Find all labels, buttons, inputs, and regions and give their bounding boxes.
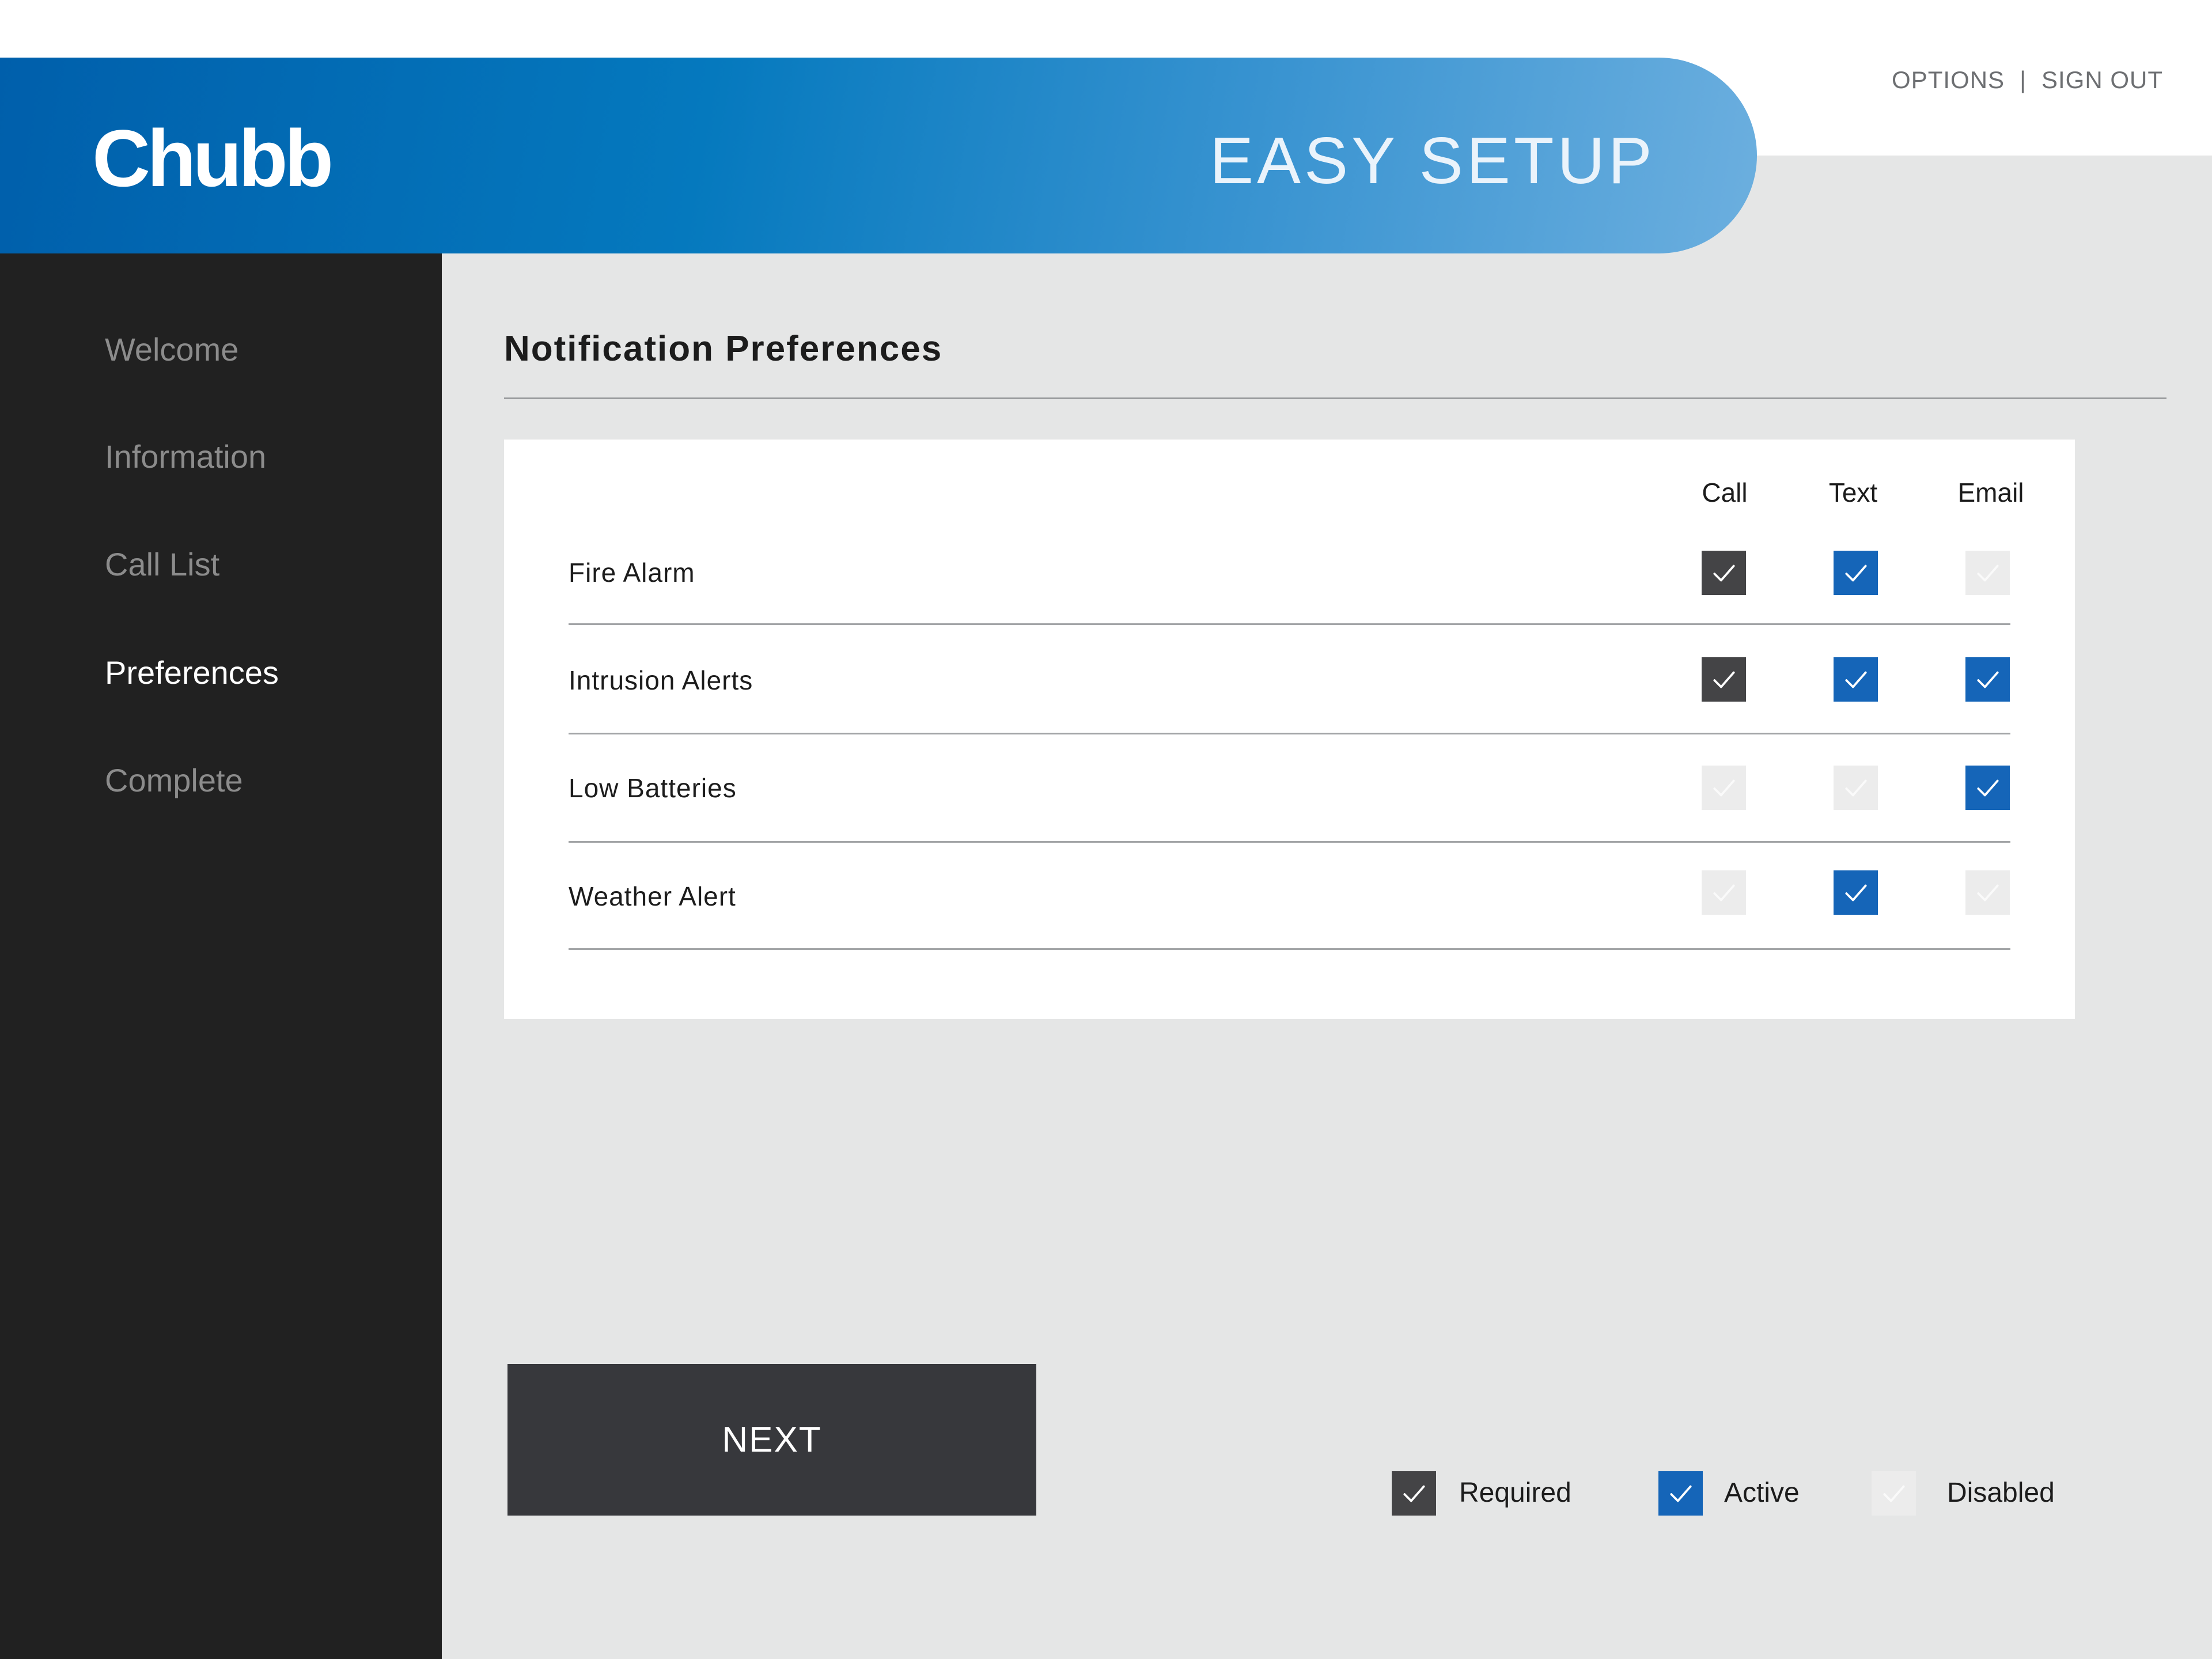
legend-disabled-label: Disabled: [1947, 1478, 2055, 1508]
check-icon: [1713, 884, 1735, 901]
checkbox-intrusion-alerts-text[interactable]: [1834, 657, 1878, 702]
row-divider: [569, 733, 2010, 734]
sidebar-item-preferences[interactable]: Preferences: [105, 653, 279, 693]
section-title: Notification Preferences: [504, 329, 943, 369]
sign-out-link[interactable]: SIGN OUT: [2041, 65, 2163, 96]
check-icon: [1976, 671, 1999, 688]
row-label-weather-alert: Weather Alert: [569, 881, 736, 911]
divider: [504, 397, 2166, 399]
preferences-card: [504, 440, 2075, 1019]
check-icon: [1844, 779, 1867, 796]
check-icon: [1844, 565, 1867, 581]
checkbox-fire-alarm-email[interactable]: [1965, 551, 2010, 595]
row-divider: [569, 841, 2010, 843]
check-icon: [1883, 1485, 1905, 1502]
check-icon: [1844, 671, 1867, 688]
options-link[interactable]: OPTIONS: [1892, 65, 2005, 96]
sidebar-item-call-list[interactable]: Call List: [105, 544, 219, 585]
link-separator: |: [2020, 66, 2027, 93]
checkbox-fire-alarm-call[interactable]: [1702, 551, 1746, 595]
check-icon: [1713, 779, 1735, 796]
checkbox-weather-alert-email[interactable]: [1965, 870, 2010, 915]
column-header-text: Text: [1828, 478, 1878, 507]
row-divider: [569, 948, 2010, 950]
page-title: EASY SETUP: [1210, 124, 1656, 198]
checkbox-fire-alarm-text[interactable]: [1834, 551, 1878, 595]
check-icon: [1713, 565, 1735, 581]
top-links: OPTIONS | SIGN OUT: [1892, 65, 2163, 96]
checkbox-low-batteries-call[interactable]: [1702, 766, 1746, 810]
legend-required-swatch: [1392, 1471, 1436, 1516]
checkbox-intrusion-alerts-call[interactable]: [1702, 657, 1746, 702]
check-icon: [1976, 565, 1999, 581]
checkbox-low-batteries-email[interactable]: [1965, 766, 2010, 810]
next-button[interactable]: NEXT: [507, 1364, 1036, 1516]
check-icon: [1976, 779, 1999, 796]
sidebar-item-welcome[interactable]: Welcome: [105, 329, 238, 370]
checkbox-weather-alert-call[interactable]: [1702, 870, 1746, 915]
sidebar: Welcome Information Call List Preference…: [0, 253, 442, 1659]
check-icon: [1669, 1485, 1692, 1502]
row-label-intrusion-alerts: Intrusion Alerts: [569, 665, 753, 695]
legend-required-label: Required: [1459, 1478, 1571, 1508]
sidebar-item-information[interactable]: Information: [105, 437, 266, 477]
checkbox-intrusion-alerts-email[interactable]: [1965, 657, 2010, 702]
legend-disabled-swatch: [1872, 1471, 1916, 1516]
check-icon: [1403, 1485, 1425, 1502]
brand-logo: Chubb: [92, 113, 334, 203]
legend-active-label: Active: [1724, 1478, 1800, 1508]
column-header-call: Call: [1702, 478, 1748, 507]
check-icon: [1713, 671, 1735, 688]
row-label-fire-alarm: Fire Alarm: [569, 558, 695, 588]
checkbox-low-batteries-text[interactable]: [1834, 766, 1878, 810]
check-icon: [1976, 884, 1999, 901]
column-header-email: Email: [1957, 478, 2024, 507]
row-divider: [569, 623, 2010, 625]
sidebar-item-complete[interactable]: Complete: [105, 760, 243, 801]
legend-active-swatch: [1658, 1471, 1703, 1516]
checkbox-weather-alert-text[interactable]: [1834, 870, 1878, 915]
row-label-low-batteries: Low Batteries: [569, 773, 737, 803]
check-icon: [1844, 884, 1867, 901]
